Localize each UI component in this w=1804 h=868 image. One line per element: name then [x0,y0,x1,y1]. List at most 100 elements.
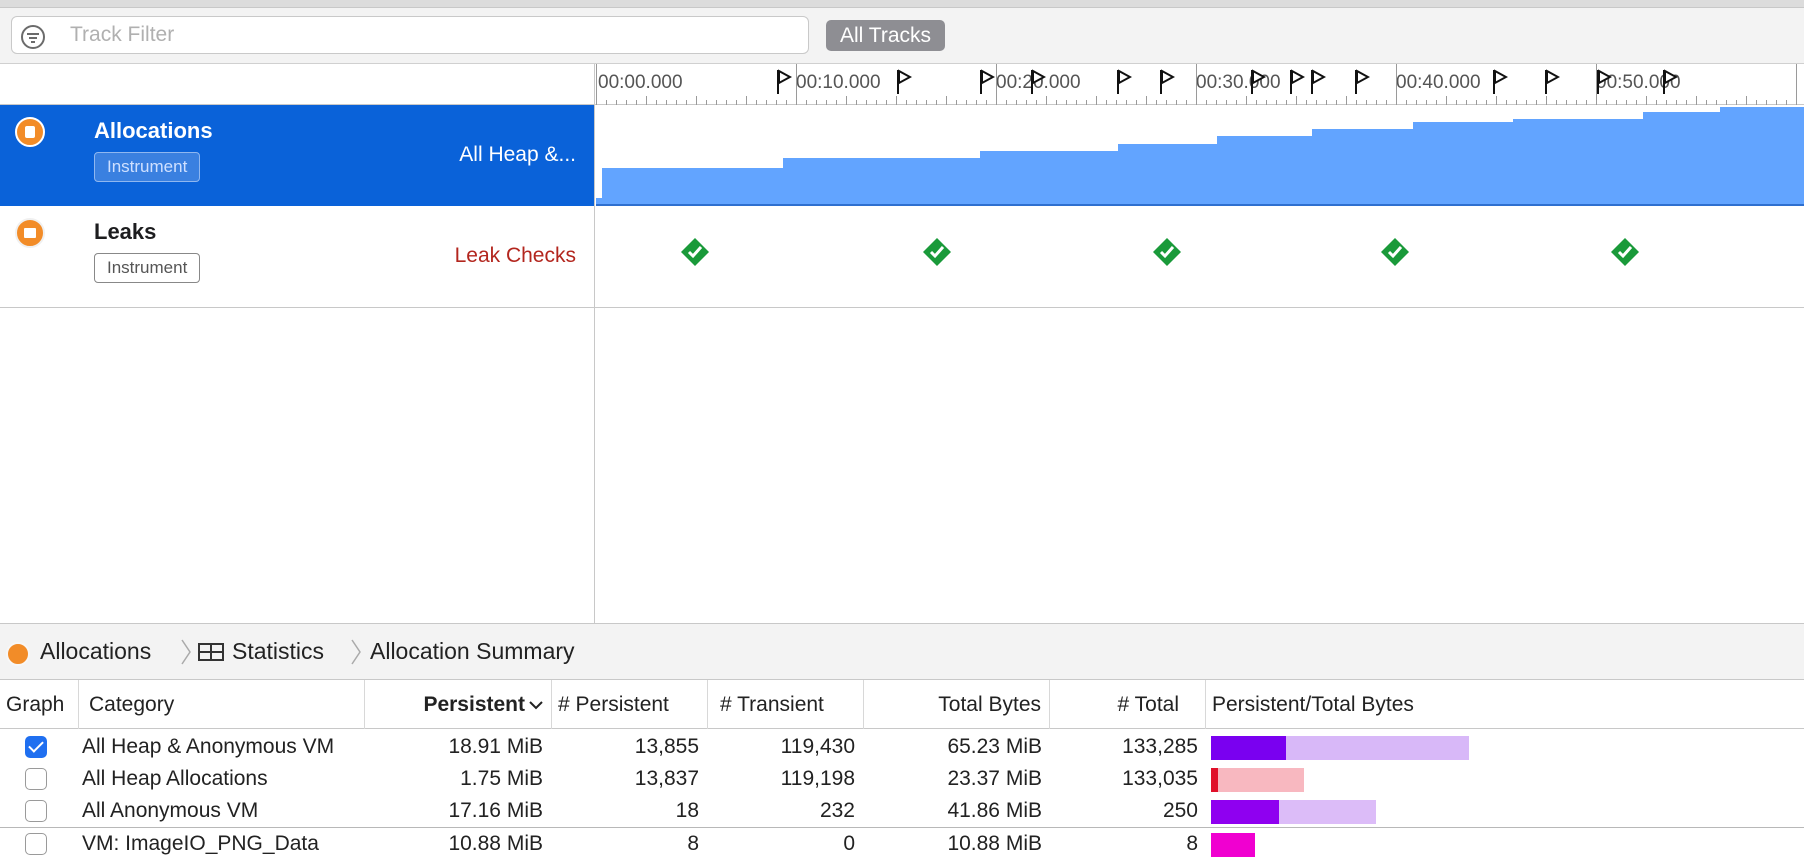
time-label: 00:10.000 [796,72,881,93]
allocations-graph[interactable] [596,105,1804,206]
cell-n-total: 133,035 [1122,767,1198,790]
cell-persistent: 18.91 MiB [448,735,543,758]
ruler-header-spacer [0,64,595,105]
persistent-bytes-bar [1211,736,1286,760]
window-top-strip [0,0,1804,8]
leak-check-passed-icon[interactable] [922,237,952,267]
flag-icon[interactable] [1159,68,1175,96]
ruler-tick [1546,96,1547,105]
track-header-allocations[interactable]: Allocations Instrument All Heap &... [0,105,595,206]
column-header-n-total[interactable]: # Total [1050,680,1206,729]
chevron-right-icon [181,639,191,665]
sort-descending-icon [529,701,543,710]
ruler-tick [1046,96,1047,105]
flag-icon[interactable] [1596,68,1612,96]
flag-icon[interactable] [1250,68,1266,96]
cell-n-transient: 0 [843,832,855,855]
ruler-tick [1096,96,1097,105]
leak-check-passed-icon[interactable] [1610,237,1640,267]
cell-category: VM: ImageIO_PNG_Data [82,832,319,855]
flag-icon[interactable] [1310,68,1326,96]
ruler-scale[interactable]: 00:00.000 00:10.000 00:20.000 00:30.000 … [596,64,1804,105]
cell-total-bytes: 10.88 MiB [947,832,1042,855]
track-filter-field[interactable] [11,16,809,54]
track-filter-input[interactable] [70,21,790,49]
table-row[interactable]: All Anonymous VM 17.16 MiB 18 232 41.86 MiB 2… [0,795,1804,827]
cell-category: All Anonymous VM [82,799,259,822]
column-header-n-transient[interactable]: # Transient [708,680,864,729]
cell-persistent: 1.75 MiB [460,767,543,790]
flag-icon[interactable] [1544,68,1560,96]
leak-check-passed-icon[interactable] [680,237,710,267]
table-row[interactable]: All Heap & Anonymous VM 18.91 MiB 13,855 11… [0,731,1804,763]
track-allocations[interactable]: Allocations Instrument All Heap &... [0,105,1804,206]
flag-icon[interactable] [979,68,995,96]
ruler-tick [1746,96,1747,105]
table-row[interactable]: VM: ImageIO_PNG_Data 10.88 MiB 8 0 10.88 MiB… [0,827,1804,859]
ruler-tick [996,64,997,105]
graph-checkbox[interactable] [25,800,47,822]
ruler-tick [896,96,897,105]
persistent-bytes-bar [1211,833,1255,857]
instrument-badge: Instrument [94,253,201,283]
cell-n-persistent: 13,855 [634,735,699,758]
allocations-step-graph [596,107,1804,206]
flag-icon[interactable] [1116,68,1132,96]
ruler-tick [696,96,697,105]
column-header-total-bytes[interactable]: Total Bytes [864,680,1050,729]
flag-icon[interactable] [1289,68,1305,96]
ruler-tick [1696,96,1697,105]
persistent-bytes-bar [1211,800,1279,824]
leak-check-passed-icon[interactable] [1152,237,1182,267]
ruler-tick [1196,64,1197,105]
cell-category: All Heap Allocations [82,767,268,790]
cell-n-transient: 232 [819,799,855,822]
cell-n-total: 250 [1162,799,1198,822]
flag-icon[interactable] [776,68,792,96]
ruler-tick [1396,64,1397,105]
column-header-graph[interactable]: Graph [0,680,79,729]
instrument-badge: Instrument [94,152,201,182]
ruler-tick [1446,96,1447,105]
flag-icon[interactable] [1030,68,1046,96]
flag-icon[interactable] [1354,68,1370,96]
column-header-category[interactable]: Category [79,680,365,729]
empty-track-area [0,308,1804,623]
table-row[interactable]: All Heap Allocations 1.75 MiB 13,837 119,19… [0,763,1804,795]
filter-icon [21,25,45,49]
breadcrumb-statistics[interactable]: Statistics [232,638,324,665]
table-header: Graph Category Persistent # Persistent #… [0,680,1804,729]
cell-category: All Heap & Anonymous VM [82,735,335,758]
graph-checkbox[interactable] [25,833,47,855]
track-header-leaks[interactable]: Leaks Instrument Leak Checks [0,206,595,307]
ruler-tick [746,96,747,105]
column-header-persistent-total-bytes[interactable]: Persistent/Total Bytes [1206,680,1804,729]
column-header-persistent[interactable]: Persistent [365,680,552,729]
breadcrumb-allocation-summary[interactable]: Allocation Summary [370,638,575,665]
allocations-instrument-icon [15,117,45,147]
graph-checkbox[interactable] [25,736,47,758]
cell-n-persistent: 18 [675,799,699,822]
ruler-tick [946,96,947,105]
breadcrumb-allocations[interactable]: Allocations [40,638,151,665]
ruler-tick [1796,64,1797,105]
time-label: 00:40.000 [1396,72,1481,93]
track-name: Allocations [94,118,213,143]
flag-icon[interactable] [1662,68,1678,96]
flag-icon[interactable] [896,68,912,96]
ruler-tick [1296,96,1297,105]
cell-n-persistent: 8 [687,832,699,855]
graph-checkbox[interactable] [25,768,47,790]
track-subtitle[interactable]: All Heap &... [459,143,576,167]
leaks-instrument-icon [15,218,45,248]
cell-n-transient: 119,198 [780,767,855,790]
track-subtitle[interactable]: Leak Checks [455,244,576,268]
column-header-n-persistent[interactable]: # Persistent [552,680,708,729]
ruler-tick [1346,96,1347,105]
all-tracks-button[interactable]: All Tracks [826,20,946,51]
flag-icon[interactable] [1492,68,1508,96]
leak-check-passed-icon[interactable] [1380,237,1410,267]
timeline-ruler[interactable]: 00:00.000 00:10.000 00:20.000 00:30.000 … [0,64,1804,105]
leaks-lane[interactable] [596,206,1804,307]
track-leaks[interactable]: Leaks Instrument Leak Checks [0,206,1804,308]
